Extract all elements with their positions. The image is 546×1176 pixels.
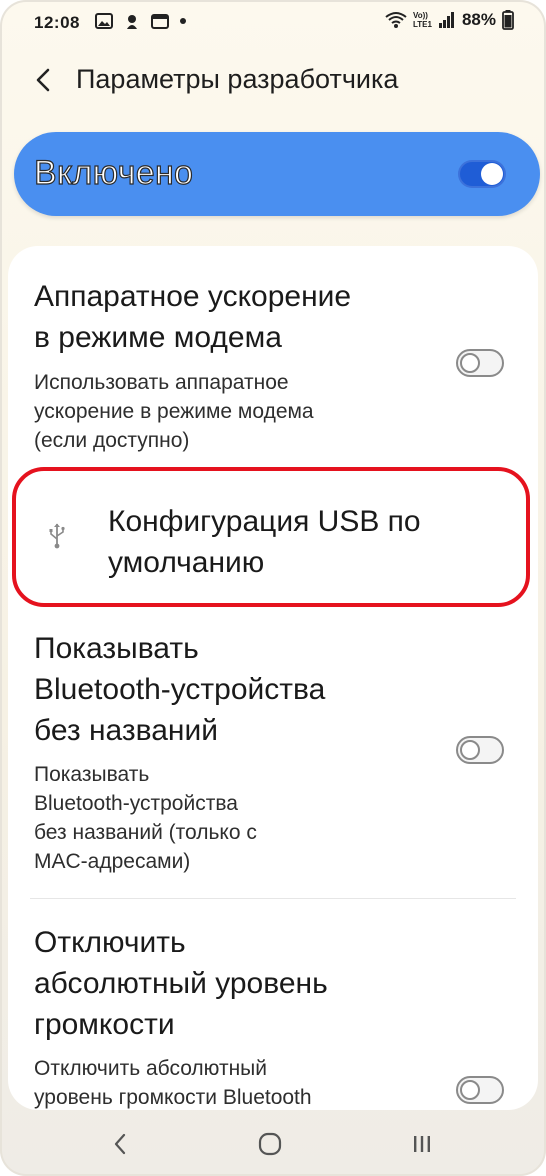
- nav-recents-button[interactable]: [402, 1124, 442, 1164]
- wifi-icon: [385, 12, 407, 28]
- setting-description-line: Отключить абсолютный: [34, 1057, 267, 1080]
- setting-title-line: умолчанию: [108, 546, 265, 579]
- setting-title-line: абсолютный уровень: [34, 967, 328, 1000]
- status-time: 12:08: [34, 13, 80, 32]
- android-head-icon: [127, 15, 137, 29]
- setting-title-line: в режиме модема: [34, 321, 282, 354]
- setting-description-line: без названий (только с: [34, 821, 257, 844]
- app-header: Параметры разработчика: [0, 52, 546, 110]
- master-toggle[interactable]: [458, 160, 506, 188]
- show-unnamed-bluetooth-toggle[interactable]: [456, 736, 504, 764]
- developer-options-master-switch[interactable]: Включено: [14, 132, 540, 216]
- setting-title: Аппаратное ускорение в режиме модема: [34, 276, 351, 358]
- navigation-bar: [0, 1110, 546, 1176]
- volte-indicator: Vo)) LTE1: [413, 11, 432, 29]
- volte-label: Vo)): [413, 11, 428, 20]
- nav-back-button[interactable]: [100, 1124, 140, 1164]
- setting-default-usb-configuration[interactable]: Конфигурация USB по умолчанию: [12, 467, 530, 607]
- disable-absolute-volume-toggle[interactable]: [456, 1076, 504, 1104]
- calendar-icon: [151, 14, 169, 29]
- setting-title-line: громкости: [34, 1008, 175, 1041]
- setting-title-line: без названий: [34, 714, 218, 747]
- setting-title-line: Показывать: [34, 632, 199, 665]
- setting-description-line: ускорение в режиме модема: [34, 400, 314, 423]
- setting-title-line: Отключить: [34, 926, 186, 959]
- setting-title: Отключить абсолютный уровень громкости: [34, 922, 328, 1045]
- setting-description: Отключить абсолютный уровень громкости B…: [34, 1054, 312, 1112]
- setting-tethering-hw-accel[interactable]: Аппаратное ускорение в режиме модема Исп…: [8, 246, 538, 468]
- signal-icon: [438, 12, 454, 28]
- battery-icon: [502, 10, 514, 30]
- setting-title: Конфигурация USB по умолчанию: [108, 501, 421, 583]
- phone-screen: 12:08 Vo)) LTE1 88% Параметры разработчи…: [0, 0, 546, 1176]
- page-title: Параметры разработчика: [76, 64, 399, 94]
- toggle-knob: [460, 353, 480, 373]
- toggle-knob: [460, 1080, 480, 1100]
- lte-label: LTE1: [413, 20, 432, 29]
- setting-description-line: (если доступно): [34, 429, 190, 452]
- setting-description-line: MAC-адресами): [34, 850, 191, 873]
- setting-description-line: Bluetooth-устройства: [34, 792, 238, 815]
- chevron-left-icon: [36, 68, 50, 92]
- setting-description: Показывать Bluetooth-устройства без назв…: [34, 760, 257, 876]
- recents-icon: [414, 1136, 430, 1152]
- divider: [30, 898, 516, 899]
- setting-title-line: Аппаратное ускорение: [34, 280, 352, 313]
- status-bar: 12:08 Vo)) LTE1 88%: [0, 0, 546, 46]
- setting-title-line: Bluetooth-устройства: [34, 673, 326, 706]
- tethering-hw-accel-toggle[interactable]: [456, 349, 504, 377]
- home-icon: [258, 1132, 282, 1156]
- setting-title: Показывать Bluetooth-устройства без назв…: [34, 628, 325, 751]
- nav-home-button[interactable]: [250, 1124, 290, 1164]
- settings-card: Аппаратное ускорение в режиме модема Исп…: [8, 246, 538, 1110]
- setting-description-line: Использовать аппаратное: [34, 371, 289, 394]
- setting-description-line: Показывать: [34, 763, 150, 786]
- toggle-knob: [460, 740, 480, 760]
- setting-disable-absolute-volume[interactable]: Отключить абсолютный уровень громкости О…: [8, 906, 538, 1110]
- more-notifications-dot-icon: [180, 18, 186, 24]
- setting-description: Использовать аппаратное ускорение в режи…: [34, 368, 314, 455]
- setting-show-unnamed-bluetooth[interactable]: Показывать Bluetooth-устройства без назв…: [8, 612, 538, 894]
- toggle-knob: [481, 163, 503, 185]
- system-icons: Vo)) LTE1 88%: [385, 10, 514, 30]
- battery-percent: 88%: [461, 10, 496, 29]
- setting-title-line: Конфигурация USB по: [108, 505, 421, 538]
- notification-icons: [95, 12, 187, 30]
- back-icon: [114, 1133, 126, 1155]
- gallery-icon: [95, 13, 113, 29]
- back-button[interactable]: [26, 60, 60, 100]
- master-switch-label: Включено: [33, 153, 194, 192]
- usb-icon: [49, 523, 65, 549]
- setting-description-line: уровень громкости Bluetooth: [34, 1086, 312, 1109]
